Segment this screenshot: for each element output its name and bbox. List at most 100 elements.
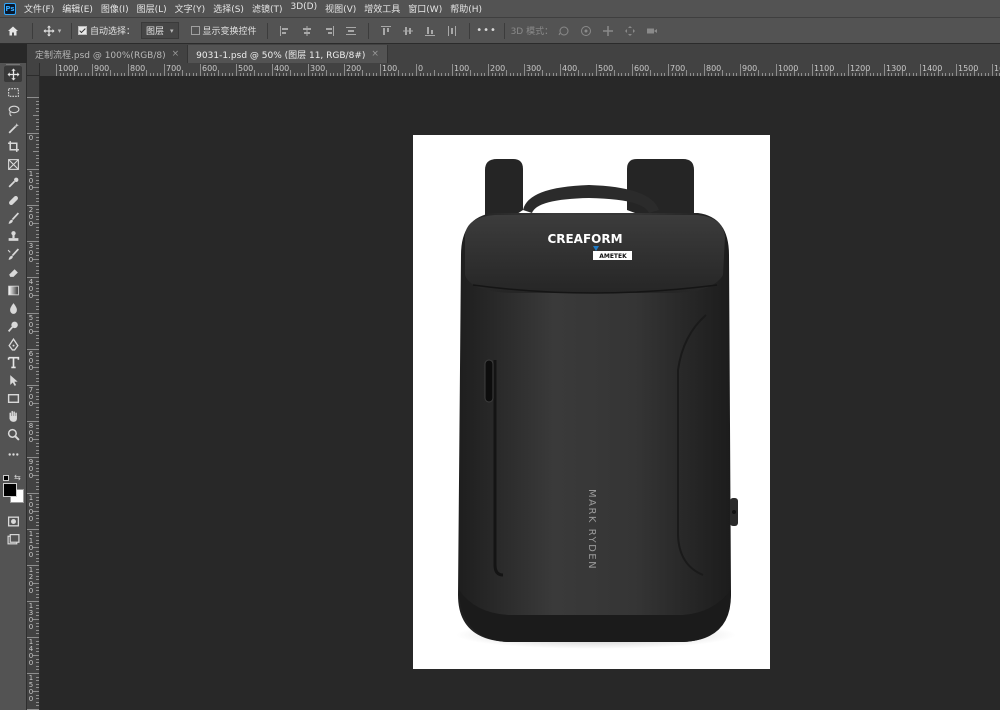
healing-brush-tool[interactable] (4, 192, 22, 208)
pen-tool[interactable] (4, 336, 22, 352)
frame-tool[interactable] (4, 156, 22, 172)
clone-stamp-tool[interactable] (4, 228, 22, 244)
chevron-down-icon: ▾ (57, 26, 62, 35)
ruler-tick (344, 64, 345, 76)
menu-item[interactable]: 选择(S) (209, 2, 248, 15)
3d-pan-button[interactable] (602, 25, 614, 37)
gradient-tool[interactable] (4, 282, 22, 298)
3d-roll-button[interactable] (580, 25, 592, 37)
menu-item[interactable]: 图像(I) (97, 2, 133, 15)
ruler-minor-tick (36, 284, 39, 286)
ruler-minor-tick (36, 683, 39, 685)
menu-item[interactable]: 编辑(E) (58, 2, 97, 15)
ruler-minor-tick (36, 644, 39, 646)
lasso-icon (8, 105, 19, 116)
ruler-minor-tick (36, 575, 39, 577)
align-left-edges-button[interactable] (279, 25, 291, 37)
menu-item[interactable]: 帮助(H) (446, 2, 486, 15)
ruler-minor-tick (36, 179, 39, 181)
brush-icon (8, 211, 19, 224)
distribute-vertical-button[interactable] (345, 25, 357, 37)
3d-orbit-button[interactable] (558, 25, 570, 37)
ruler-minor-tick (36, 392, 39, 394)
ruler-minor-tick (36, 273, 39, 275)
marquee-tool[interactable] (4, 84, 22, 100)
ruler-minor-tick (36, 550, 39, 552)
ruler-minor-tick (36, 226, 39, 228)
ruler-minor-tick (36, 244, 39, 246)
horizontal-ruler[interactable]: 1000 900 800 700 600 500 400 300 200 100 0 100 200 30… (40, 63, 1000, 77)
panel-grip[interactable] (6, 64, 20, 65)
menu-item[interactable]: 滤镜(T) (248, 2, 287, 15)
distribute-horizontal-button[interactable] (446, 25, 458, 37)
document-canvas[interactable]: CREAFORM AMETEK MARK RYDEN (413, 135, 770, 669)
magic-wand-tool[interactable] (4, 120, 22, 136)
menu-item[interactable]: 文字(Y) (171, 2, 210, 15)
default-colors-button[interactable] (3, 475, 10, 482)
ruler-label: 0 (418, 64, 424, 73)
ruler-minor-tick (36, 345, 39, 347)
3d-scale-button[interactable] (646, 25, 658, 37)
show-transform-checkbox[interactable]: 显示变换控件 (190, 24, 257, 37)
move-tool[interactable] (4, 66, 22, 82)
close-icon[interactable]: × (371, 49, 379, 59)
align-vertical-centers-button[interactable] (402, 25, 414, 37)
swap-colors-icon[interactable]: ⇆ (14, 473, 21, 482)
ruler-label: 700 (166, 64, 182, 73)
lasso-tool[interactable] (4, 102, 22, 118)
zoom-tool[interactable] (4, 426, 22, 442)
align-bottom-edges-button[interactable] (424, 25, 436, 37)
eyedropper-tool[interactable] (4, 174, 22, 190)
ruler-label: 400 (274, 64, 290, 73)
hand-tool[interactable] (4, 408, 22, 424)
type-tool[interactable] (4, 354, 22, 370)
edit-toolbar-button[interactable] (4, 446, 22, 462)
options-bar: ▾ 自动选择： 图层 ▾ 显示变换控件 ••• 3D 模式： (0, 17, 1000, 44)
more-options-button[interactable]: ••• (476, 21, 498, 41)
ruler-tick (956, 64, 957, 76)
align-right-edges-button[interactable] (323, 25, 335, 37)
rectangle-tool[interactable] (4, 390, 22, 406)
crop-tool[interactable] (4, 138, 22, 154)
ruler-minor-tick (36, 334, 39, 336)
vertical-ruler[interactable]: 0 1 0 0 2 0 0 3 0 0 4 0 0 5 0 0 6 0 0 7 0 0 8 0 … (27, 76, 40, 710)
close-icon[interactable]: × (172, 49, 180, 59)
ruler-tick (524, 64, 525, 76)
tab-document-1[interactable]: 定制流程.psd @ 100%(RGB/8) × (27, 45, 189, 63)
ruler-minor-tick (36, 467, 39, 469)
ruler-tick (56, 64, 57, 76)
zoom-icon (7, 428, 20, 441)
align-horizontal-centers-button[interactable] (301, 25, 313, 37)
ruler-tick (200, 64, 201, 76)
dodge-tool[interactable] (4, 318, 22, 334)
ruler-corner[interactable] (27, 63, 40, 76)
menu-item[interactable]: 窗口(W) (404, 2, 446, 15)
ruler-minor-tick (36, 489, 39, 491)
quick-mask-icon (7, 516, 19, 526)
menu-item[interactable]: 文件(F) (20, 2, 58, 15)
menu-item[interactable]: 图层(L) (133, 2, 171, 15)
ruler-minor-tick (36, 251, 39, 253)
ruler-label: 5 0 0 (28, 314, 34, 336)
menu-item[interactable]: 增效工具 (360, 2, 404, 15)
eraser-tool[interactable] (4, 264, 22, 280)
align-top-edges-button[interactable] (380, 25, 392, 37)
menu-item[interactable]: 视图(V) (321, 2, 360, 15)
tab-document-2[interactable]: 9031-1.psd @ 50% (图层 11, RGB/8#) × (188, 45, 388, 63)
path-selection-tool[interactable] (4, 372, 22, 388)
foreground-color-swatch[interactable] (3, 483, 17, 497)
screen-mode-button[interactable] (4, 531, 22, 547)
history-brush-tool[interactable] (4, 246, 22, 262)
blur-tool[interactable] (4, 300, 22, 316)
ruler-minor-tick (36, 608, 39, 610)
3d-slide-button[interactable] (624, 25, 636, 37)
menu-item[interactable]: 3D(D) (286, 2, 321, 15)
brush-tool[interactable] (4, 210, 22, 226)
home-button[interactable] (0, 21, 26, 41)
photoshop-logo[interactable]: Ps (4, 2, 16, 15)
move-tool-preset-button[interactable]: ▾ (39, 21, 65, 41)
quick-mask-button[interactable] (4, 513, 22, 529)
auto-select-target-select[interactable]: 图层 ▾ (141, 22, 179, 39)
canvas-area[interactable]: CREAFORM AMETEK MARK RYDEN (40, 76, 1000, 710)
auto-select-checkbox[interactable]: 自动选择： (78, 24, 135, 37)
